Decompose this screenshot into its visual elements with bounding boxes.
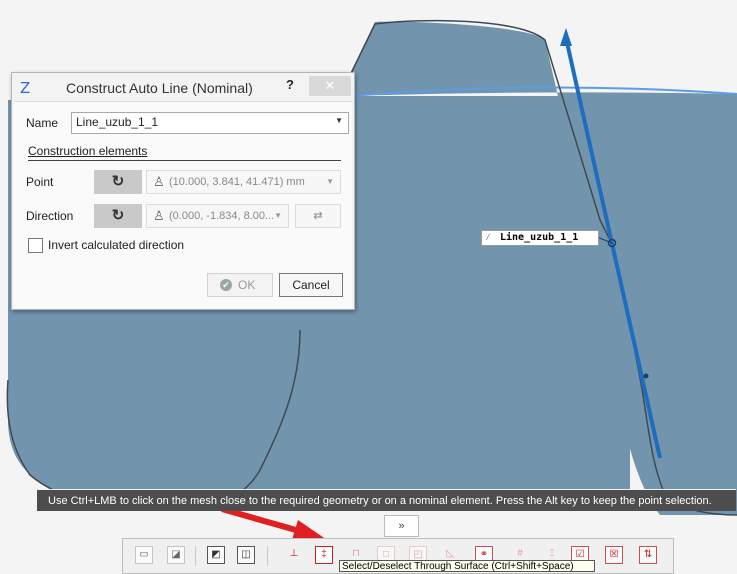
select-box-icon[interactable]: ◩ <box>207 546 225 564</box>
check-icon: ✔ <box>220 279 232 291</box>
close-button[interactable]: ✕ <box>309 76 351 96</box>
direction-label: Direction <box>26 209 74 223</box>
name-label: Name <box>26 116 59 130</box>
expand-toolbar-button[interactable]: » <box>384 515 419 537</box>
dialog-titlebar[interactable]: Z Construct Auto Line (Nominal) ? ✕ <box>12 73 354 101</box>
chevron-down-icon[interactable]: ▼ <box>326 171 334 193</box>
line-label-text: Line_uzub_1_1 <box>500 232 579 243</box>
direction-value-field[interactable]: ♙ (0.000, -1.834, 8.00... ▼ <box>146 204 289 228</box>
invert-direction-checkbox[interactable] <box>28 238 43 253</box>
direction-value: (0.000, -1.834, 8.00... <box>169 210 275 222</box>
toolbar-separator <box>195 546 196 566</box>
dialog-title: Construct Auto Line (Nominal) <box>66 80 253 96</box>
ok-button[interactable]: ✔ OK <box>207 273 273 297</box>
point-label: Point <box>26 175 54 189</box>
select-visible-icon[interactable]: ▭ <box>135 546 153 564</box>
line-end-point <box>643 373 649 379</box>
select-through-surface-icon[interactable]: ‡ <box>315 546 333 564</box>
point-icon: ♙ <box>153 174 165 189</box>
deselect-all-icon[interactable]: ☒ <box>605 546 623 564</box>
section-divider <box>28 160 341 161</box>
line-label[interactable]: ⁄ Line_uzub_1_1 <box>481 230 599 246</box>
status-message: Use Ctrl+LMB to click on the mesh close … <box>37 489 736 511</box>
refresh-icon: ↻ <box>111 207 125 224</box>
construct-line-icon: Z <box>20 79 31 97</box>
point-value: (10.000, 3.841, 41.471) mm <box>169 176 305 188</box>
toolbar-separator <box>267 546 268 566</box>
ok-label: OK <box>238 278 256 292</box>
invert-selection-icon[interactable]: ⇅ <box>639 546 657 564</box>
point-icon: ♙ <box>153 208 165 223</box>
select-split-icon[interactable]: ◫ <box>237 546 255 564</box>
chevron-down-icon[interactable]: ▼ <box>274 205 282 227</box>
chevron-down-icon[interactable]: ▼ <box>335 116 343 125</box>
dialog-body: Name ▼ Construction elements Point ↻ ♙ (… <box>14 101 352 308</box>
point-pick-button[interactable]: ↻ <box>94 170 142 194</box>
refresh-icon: ↻ <box>111 173 125 190</box>
name-input[interactable] <box>76 115 326 129</box>
tooltip: Select/Deselect Through Surface (Ctrl+Sh… <box>339 560 595 572</box>
point-value-field[interactable]: ♙ (10.000, 3.841, 41.471) mm ▼ <box>146 170 341 194</box>
direction-pick-button[interactable]: ↻ <box>94 204 142 228</box>
select-on-surface-icon[interactable]: ⊥ <box>285 546 303 564</box>
construct-auto-line-dialog[interactable]: Z Construct Auto Line (Nominal) ? ✕ Name… <box>11 72 355 310</box>
swap-direction-button[interactable]: ⇄ <box>295 204 341 228</box>
line-direction-arrowhead <box>560 28 572 46</box>
section-title: Construction elements <box>28 144 148 158</box>
line-icon: ⁄ <box>485 232 492 243</box>
cancel-button[interactable]: Cancel <box>279 273 343 297</box>
select-patch-icon[interactable]: ◪ <box>167 546 185 564</box>
invert-direction-label: Invert calculated direction <box>48 238 185 252</box>
help-button[interactable]: ? <box>286 77 294 92</box>
name-field[interactable]: ▼ <box>71 112 349 134</box>
